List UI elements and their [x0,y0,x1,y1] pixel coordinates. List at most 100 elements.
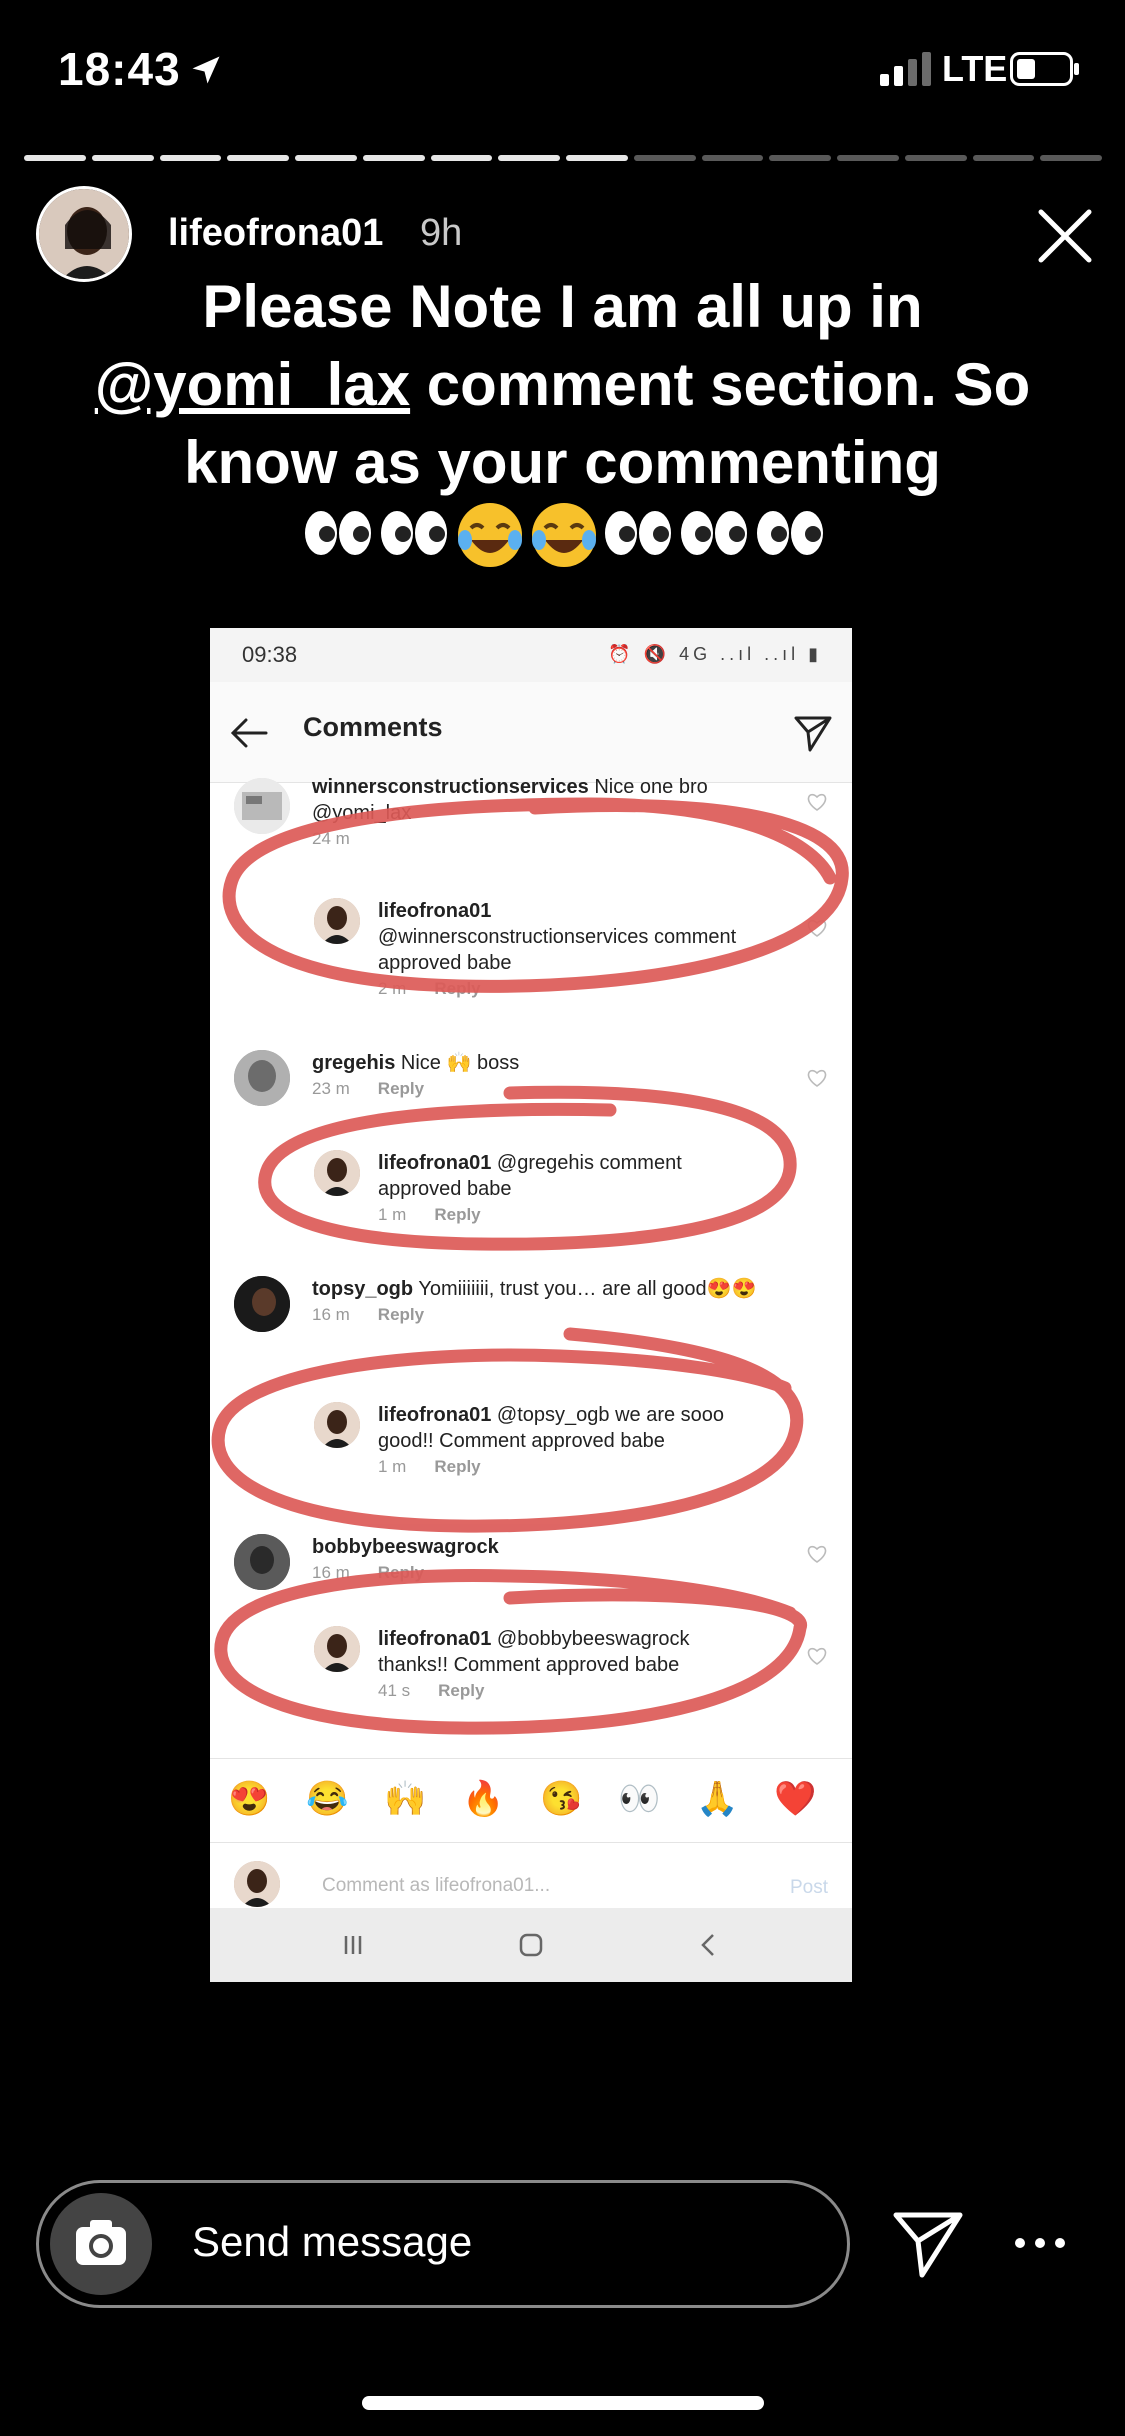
reply-link: Reply [434,1205,481,1224]
comment-age: 16 m [312,1305,350,1324]
comment-user: bobbybeeswagrock [312,1536,499,1558]
camera-button[interactable] [50,2193,152,2295]
comment-age: 1 m [378,1205,407,1224]
comment-body: @winnersconstructionservices comment app… [378,926,737,974]
home-indicator[interactable] [362,2396,764,2410]
quick-emoji: 🙌 [384,1780,427,1818]
progress-segment [769,155,831,161]
caption-emojis [295,500,835,570]
progress-segment [159,155,222,161]
embedded-status-time: 09:38 [242,642,298,667]
progress-segment [566,155,628,161]
comment-user: lifeofrona01 [378,1152,492,1174]
comment-avatar [234,1534,290,1590]
progress-segment [362,155,425,161]
quick-emoji: 😍 [228,1780,271,1818]
comment-age: 2 m [378,979,407,998]
send-message-placeholder[interactable]: Send message [192,2218,472,2266]
progress-segment [227,155,289,161]
progress-segment [837,155,899,161]
reply-link: Reply [377,1079,425,1098]
battery-icon [1010,52,1079,86]
direct-message-icon[interactable] [890,2205,966,2281]
comment-avatar [234,778,290,834]
comment-body: Yomiiiiiii, trust you… are all good😍😍 [418,1278,757,1300]
comment-age: 41 s [378,1681,411,1700]
comment-text: lifeofrona01 @gregehis comment approved … [378,1150,718,1228]
recents-icon [344,1936,362,1954]
comment-avatar [314,898,360,944]
story-caption: Please Note I am all up in @yomi_lax com… [60,268,1065,502]
comment-avatar [314,1150,360,1196]
like-heart-icon [807,793,827,811]
comment-age: 23 m [312,1079,350,1098]
quick-emoji: 👀 [618,1780,661,1818]
progress-segment [24,155,86,161]
comment-user: winnersconstructionservices [312,776,589,798]
comment-user: gregehis [312,1052,396,1074]
eyes-emoji-icon [305,511,371,555]
status-time: 18:43 [58,43,181,95]
comment-placeholder: Comment as lifeofrona01... [322,1875,551,1896]
back-arrow-icon [230,718,268,748]
quick-emoji: ❤️ [774,1780,817,1818]
comment-text: lifeofrona01 @topsy_ogb we are sooo good… [378,1402,748,1480]
comment-user: topsy_ogb [312,1278,414,1300]
like-heart-icon [807,1069,827,1087]
post-label: Post [789,1877,828,1898]
embedded-status-icons: ⏰ 🔇 4G ..ıl ..ıl ▮ [608,644,822,664]
comment-text: winnersconstructionservices Nice one bro… [312,774,782,852]
comment-avatar [234,1861,280,1907]
quick-emoji: 😂 [306,1780,349,1818]
comment-avatar [234,1276,290,1332]
story-username[interactable]: lifeofrona01 [168,212,383,255]
comment-avatar [314,1626,360,1672]
like-heart-icon [807,919,827,937]
comment-text: gregehis Nice 🙌 boss 23 m Reply [312,1050,782,1102]
embedded-comments-title: Comments [303,712,443,742]
tears-of-joy-emoji-icon [532,503,596,567]
camera-icon [76,2220,126,2265]
caption-prefix: Please Note I am all up in [202,273,923,340]
caption-mention[interactable]: @yomi_lax [95,351,410,418]
comment-age: 1 m [378,1457,407,1476]
progress-segment [430,155,493,161]
quick-emoji: 🔥 [462,1780,505,1818]
comment-avatar [234,1050,290,1106]
comment-text: topsy_ogb Yomiiiiiii, trust you… are all… [312,1276,782,1328]
story-time-ago: 9h [420,212,463,254]
comment-user: lifeofrona01 [378,900,492,922]
eyes-emoji-icon [757,511,823,555]
progress-segment [295,155,357,161]
progress-segment [633,155,696,161]
quick-emoji: 🙏 [696,1780,739,1818]
progress-segment [91,155,154,161]
eyes-emoji-icon [681,511,747,555]
comment-user: lifeofrona01 [378,1404,492,1426]
comment-text: lifeofrona01 @bobbybeeswagrock thanks!! … [378,1626,718,1704]
reply-link: Reply [438,1681,485,1700]
embedded-status-bar: 09:38 ⏰ 🔇 4G ..ıl ..ıl ▮ [210,628,852,682]
location-arrow-icon [192,56,220,84]
close-icon[interactable] [1035,206,1095,266]
like-heart-icon [807,1647,827,1665]
back-icon [701,1934,714,1956]
reply-link: Reply [434,1457,481,1476]
reply-link: Reply [377,1305,425,1324]
more-options-icon[interactable] [1012,2228,1068,2258]
like-heart-icon [807,1545,827,1563]
reply-link: Reply [377,1563,425,1582]
comment-text: bobbybeeswagrock 16 m Reply [312,1534,782,1586]
status-bar: 18:43 LTE [0,0,1125,140]
comment-body: Nice 🙌 boss [400,1052,520,1074]
comment-age: 24 m [312,829,350,848]
send-icon [794,716,832,752]
progress-segment [904,155,967,161]
home-icon [519,1933,543,1957]
embedded-comments-header: Comments [210,682,852,783]
progress-segment [1040,155,1102,161]
signal-icon [880,52,931,86]
progress-segment [701,155,764,161]
embedded-screenshot: 09:38 ⏰ 🔇 4G ..ıl ..ıl ▮ Comments winner… [210,628,852,1982]
tears-of-joy-emoji-icon [458,503,522,567]
